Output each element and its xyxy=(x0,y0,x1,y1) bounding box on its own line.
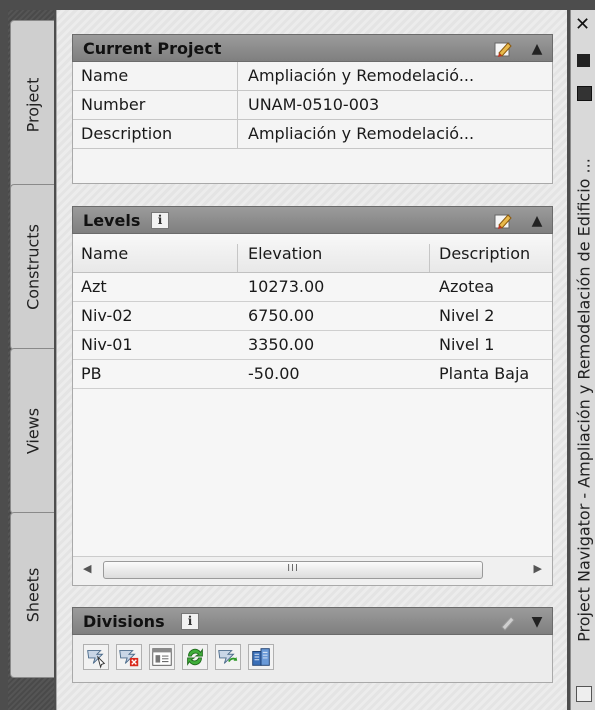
collapse-up-icon[interactable]: ▲ xyxy=(528,212,546,230)
table-row[interactable]: Niv-01 3350.00 Nivel 1 xyxy=(73,331,552,360)
project-row-number[interactable]: Number UNAM-0510-003 xyxy=(73,91,552,120)
select-levels-icon[interactable] xyxy=(83,644,109,670)
row-key: Name xyxy=(81,66,129,85)
refresh-icon[interactable] xyxy=(182,644,208,670)
row-value: UNAM-0510-003 xyxy=(248,95,380,114)
palette-title: Project Navigator - Ampliación y Remodel… xyxy=(574,158,593,642)
tab-sheets[interactable]: Sheets xyxy=(10,512,54,678)
table-row[interactable]: PB -50.00 Planta Baja xyxy=(73,360,552,389)
cell-name: PB xyxy=(81,364,102,383)
cell-elevation: 10273.00 xyxy=(248,277,325,296)
tab-constructs-label: Constructs xyxy=(23,224,42,310)
properties-menu-icon[interactable] xyxy=(577,86,592,101)
row-key: Number xyxy=(81,95,146,114)
row-value: Ampliación y Remodelació... xyxy=(248,124,475,143)
levels-table-header: Name Elevation Description xyxy=(73,234,552,273)
scrollbar-grip: III xyxy=(287,563,299,574)
info-icon[interactable]: i xyxy=(151,212,169,229)
current-project-header[interactable]: Current Project ▲ xyxy=(72,34,553,62)
col-description-header[interactable]: Description xyxy=(439,244,530,263)
project-row-description[interactable]: Description Ampliación y Remodelació... xyxy=(73,120,552,149)
cell-elevation: 6750.00 xyxy=(248,306,315,325)
levels-table: Name Elevation Description Azt 10273.00 … xyxy=(72,234,553,586)
project-panel: Current Project ▲ Name Ampliación y Remo… xyxy=(56,10,567,710)
current-project-title: Current Project xyxy=(83,39,222,58)
tab-views-label: Views xyxy=(23,407,42,455)
col-name-header[interactable]: Name xyxy=(81,244,128,263)
tab-sheets-label: Sheets xyxy=(23,567,42,623)
info-icon[interactable]: i xyxy=(181,613,199,630)
levels-toolbar xyxy=(72,635,553,683)
edit-levels-icon[interactable] xyxy=(493,211,513,231)
edit-project-icon[interactable] xyxy=(493,39,513,59)
edit-divisions-icon[interactable] xyxy=(497,612,517,632)
col-elevation-header[interactable]: Elevation xyxy=(248,244,322,263)
table-row[interactable]: Azt 10273.00 Azotea xyxy=(73,273,552,302)
cell-elevation: 3350.00 xyxy=(248,335,315,354)
current-project-grid: Name Ampliación y Remodelació... Number … xyxy=(72,62,553,184)
close-icon[interactable]: ✕ xyxy=(575,14,590,35)
tab-constructs[interactable]: Constructs xyxy=(10,184,54,350)
tab-project[interactable]: Project xyxy=(10,20,54,190)
row-key: Description xyxy=(81,124,173,143)
tab-views[interactable]: Views xyxy=(10,348,54,514)
horizontal-scrollbar[interactable]: ◀ III ▶ xyxy=(73,556,552,585)
project-navigator-window: Project Constructs Views Sheets Current … xyxy=(0,0,595,710)
scroll-right-icon[interactable]: ▶ xyxy=(534,562,542,575)
project-row-name[interactable]: Name Ampliación y Remodelació... xyxy=(73,62,552,91)
regenerate-icon[interactable] xyxy=(215,644,241,670)
cell-description: Planta Baja xyxy=(439,364,530,383)
cell-description: Nivel 1 xyxy=(439,335,495,354)
levels-header[interactable]: Levels i ▲ xyxy=(72,206,553,234)
table-row[interactable]: Niv-02 6750.00 Nivel 2 xyxy=(73,302,552,331)
palette-title-bar[interactable]: ✕ Project Navigator - Ampliación y Remod… xyxy=(570,10,595,710)
divisions-header[interactable]: Divisions i ▼ xyxy=(72,607,553,635)
cell-name: Niv-02 xyxy=(81,306,133,325)
delete-level-icon[interactable] xyxy=(116,644,142,670)
cell-name: Azt xyxy=(81,277,107,296)
cell-description: Azotea xyxy=(439,277,495,296)
levels-title: Levels xyxy=(83,211,141,230)
row-value: Ampliación y Remodelació... xyxy=(248,66,475,85)
palette-settings-icon[interactable] xyxy=(576,686,592,702)
cell-elevation: -50.00 xyxy=(248,364,300,383)
collapse-up-icon[interactable]: ▲ xyxy=(528,40,546,58)
cell-description: Nivel 2 xyxy=(439,306,495,325)
building-icon[interactable] xyxy=(248,644,274,670)
expand-down-icon[interactable]: ▼ xyxy=(528,613,546,631)
cell-name: Niv-01 xyxy=(81,335,133,354)
scrollbar-thumb[interactable]: III xyxy=(103,561,483,579)
auto-hide-icon[interactable] xyxy=(577,54,590,67)
tab-project-label: Project xyxy=(23,77,42,133)
level-properties-icon[interactable] xyxy=(149,644,175,670)
divisions-title: Divisions xyxy=(83,612,165,631)
scroll-left-icon[interactable]: ◀ xyxy=(83,562,91,575)
